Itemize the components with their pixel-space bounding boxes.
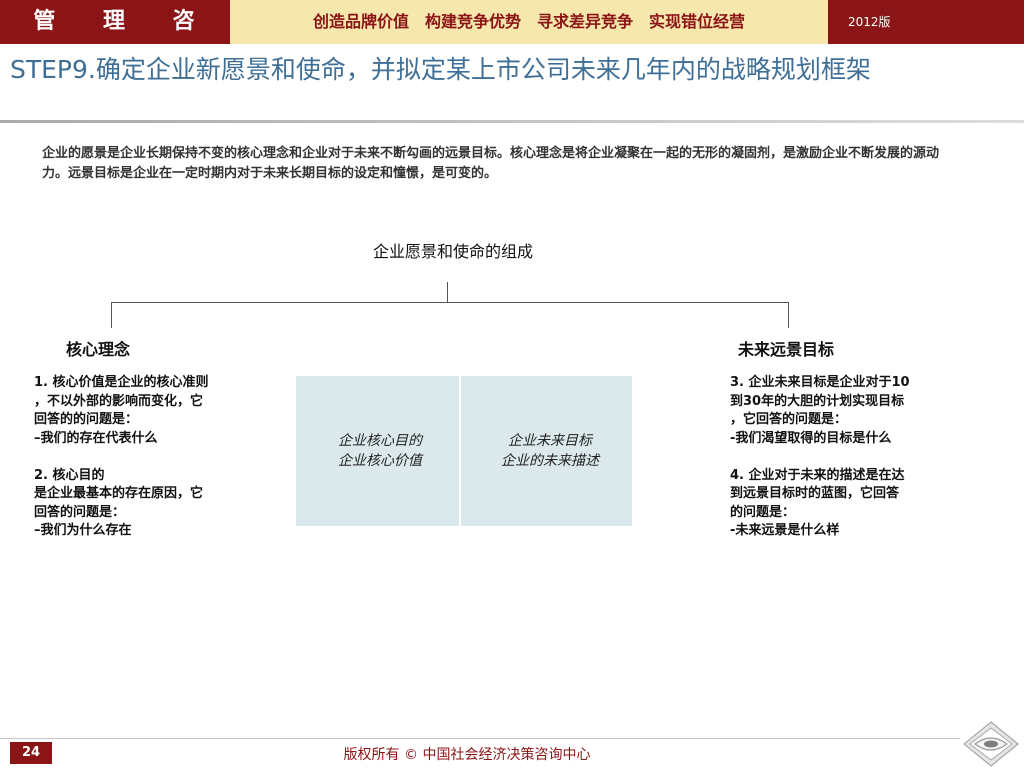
page-number: 24	[10, 742, 52, 764]
connector-right-drop	[788, 302, 789, 328]
core-concept-description: 1. 核心价值是企业的核心准则 ，不以外部的影响而变化，它 回答的的问题是： –…	[34, 375, 209, 538]
future-vision-description: 3. 企业未来目标是企业对于10 到30年的大胆的计划实现目标 ，它回答的问题是…	[730, 375, 910, 538]
brand-title: 管 理 咨 询	[33, 9, 215, 78]
connector-left-drop	[111, 302, 112, 328]
intro-paragraph: 企业的愿景是企业长期保持不变的核心理念和企业对于未来不断勾画的远景目标。核心理念…	[42, 146, 940, 181]
slogan-banner: 创造品牌价值 构建竞争优势 寻求差异竞争 实现错位经营	[230, 0, 828, 44]
company-logo-icon	[963, 721, 1019, 767]
slide-title: STEP9.确定企业新愿景和使命，并拟定某上市公司未来几年内的战略规划框架	[10, 55, 871, 84]
core-concept-node: 核心理念	[66, 340, 131, 359]
title-divider	[0, 120, 1024, 123]
copyright-text: 版权所有 © 中国社会经济决策咨询中心	[343, 747, 591, 763]
edition-label: 2012版	[848, 15, 891, 29]
center-left-text: 企业核心目的 企业核心价值	[338, 433, 422, 469]
future-vision-node: 未来远景目标	[738, 340, 835, 359]
connector-horizontal	[111, 302, 789, 303]
footer-divider	[0, 738, 960, 739]
chart-title: 企业愿景和使命的组成	[372, 242, 533, 261]
connector-vertical-top	[447, 282, 448, 302]
top-banner: 管 理 咨 询 创造品牌价值 构建竞争优势 寻求差异竞争 实现错位经营 2012…	[0, 0, 1024, 78]
center-right-text: 企业未来目标 企业的未来描述	[501, 433, 599, 469]
